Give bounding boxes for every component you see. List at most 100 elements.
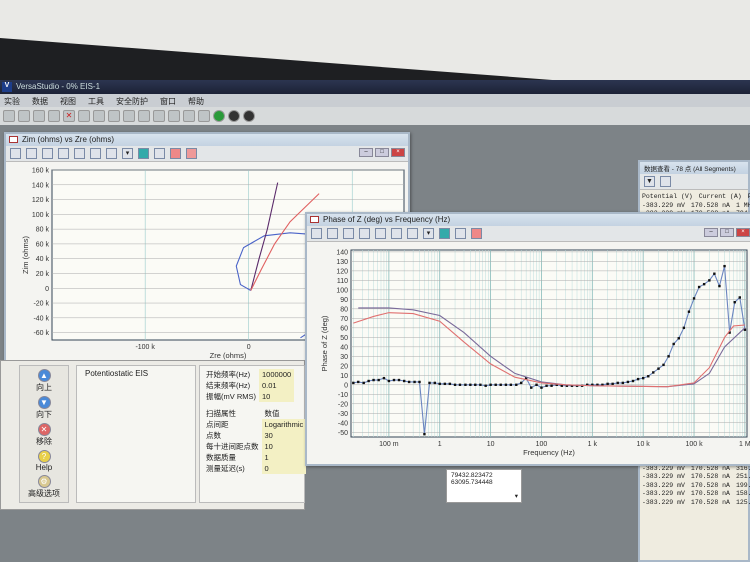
menu-item[interactable]: 安全防护 <box>116 96 148 106</box>
menu-item[interactable]: 工具 <box>88 96 104 106</box>
menu-item[interactable]: 帮助 <box>188 96 204 106</box>
fit-tool-icon[interactable] <box>26 148 37 159</box>
panel-icon[interactable] <box>153 110 165 122</box>
fit-y-icon[interactable] <box>359 228 370 239</box>
dropdown-icon[interactable]: ▾ <box>423 228 434 239</box>
property-value[interactable]: 1 <box>261 452 307 463</box>
data-point <box>692 297 696 300</box>
table-row[interactable]: -383.229 mV 170.528 nA 125.8 <box>642 499 750 508</box>
minimize-button[interactable]: – <box>704 228 718 237</box>
zoom-out-icon[interactable] <box>90 148 101 159</box>
zoom-tool-icon[interactable] <box>311 228 322 239</box>
list-item[interactable]: 79432.823472 <box>451 472 517 479</box>
phase-title-bar[interactable]: Phase of Z (deg) vs Frequency (Hz) <box>307 214 750 226</box>
y-tick-label: -30 <box>338 411 348 418</box>
list-item[interactable]: 63095.734448 <box>451 479 517 486</box>
close-button[interactable]: × <box>736 228 750 237</box>
dropdown-icon[interactable]: ▾ <box>122 148 133 159</box>
table-row[interactable]: -383.229 mV 170.528 nA 199.5 <box>642 482 750 491</box>
peak2-icon[interactable] <box>186 148 197 159</box>
menu-item[interactable]: 数据 <box>32 96 48 106</box>
property-value[interactable]: 10 <box>259 391 295 402</box>
table-icon[interactable] <box>198 110 210 122</box>
graph2-icon[interactable] <box>108 110 120 122</box>
down-arrow-icon: ▼ <box>37 396 51 409</box>
filter-icon[interactable]: ▼ <box>644 176 655 187</box>
forward-icon[interactable] <box>168 110 180 122</box>
property-value[interactable]: 10 <box>261 441 307 452</box>
new-icon[interactable] <box>3 110 15 122</box>
menu-item[interactable]: 窗口 <box>160 96 176 106</box>
menu-item[interactable]: 视图 <box>60 96 76 106</box>
stop-icon[interactable] <box>228 110 240 122</box>
cursor-icon[interactable] <box>407 228 418 239</box>
property-value[interactable]: Logarithmic <box>261 419 307 430</box>
data-point <box>387 379 391 383</box>
peak-icon[interactable] <box>471 228 482 239</box>
tree-item-potentiostatic-eis[interactable]: Potentiostatic EIS <box>85 369 148 378</box>
panel-button-up-arrow[interactable]: ▲ 向上 <box>20 369 68 393</box>
x-tick-label: 1 k <box>588 441 598 448</box>
data-point <box>606 382 609 386</box>
table-row[interactable]: -383.229 mV 170.528 nA 251.1 <box>642 473 750 482</box>
fit-tool-icon[interactable] <box>327 228 338 239</box>
menu-item[interactable]: 实验 <box>4 96 20 106</box>
zoom-tool-icon[interactable] <box>10 148 21 159</box>
zoom-in-icon[interactable] <box>375 228 386 239</box>
pause-icon[interactable] <box>243 110 255 122</box>
y-tick-label: -40 <box>338 420 348 427</box>
save-icon[interactable] <box>33 110 45 122</box>
column-header[interactable]: Potential (V) <box>642 193 693 202</box>
data-point <box>636 377 640 381</box>
property-value[interactable]: 1000000 <box>259 369 295 380</box>
property-row: 点间距 Logarithmic <box>203 419 307 430</box>
panel-button-advanced[interactable]: ⚙ 高级选项 <box>20 475 68 499</box>
graph3-icon[interactable] <box>123 110 135 122</box>
property-value[interactable]: 0 <box>261 463 307 474</box>
peak-icon[interactable] <box>170 148 181 159</box>
data-point <box>509 383 513 386</box>
color-icon[interactable] <box>138 148 149 159</box>
minimize-button[interactable]: – <box>359 148 373 157</box>
property-value[interactable]: 0.01 <box>259 380 295 391</box>
forward2-icon[interactable] <box>183 110 195 122</box>
print-icon[interactable] <box>48 110 60 122</box>
property-row: 振幅(mV RMS) 10 <box>203 391 295 402</box>
data-point <box>443 382 447 386</box>
fit-line-icon[interactable] <box>154 148 165 159</box>
scroll-down-icon[interactable]: ▾ <box>515 492 518 500</box>
fit-x-icon[interactable] <box>343 228 354 239</box>
fit-line-icon[interactable] <box>455 228 466 239</box>
panel-button-help[interactable]: ? Help <box>20 450 68 472</box>
data-point <box>469 383 472 386</box>
folder-icon[interactable] <box>78 110 90 122</box>
open-icon[interactable] <box>18 110 30 122</box>
y-tick-label: -50 <box>338 430 348 437</box>
fit-y-icon[interactable] <box>58 148 69 159</box>
data-point <box>697 285 701 289</box>
datalist-title-bar[interactable]: 数据查看 - 78 点 (All Segments) <box>640 162 748 174</box>
zoom-out-icon[interactable] <box>391 228 402 239</box>
panel-button-remove[interactable]: ✕ 移除 <box>20 423 68 447</box>
property-value[interactable]: 30 <box>261 430 307 441</box>
column-header[interactable]: Current (A) <box>699 193 742 202</box>
color-icon[interactable] <box>439 228 450 239</box>
fit-x-icon[interactable] <box>42 148 53 159</box>
nyquist-title-bar[interactable]: Zim (ohms) vs Zre (ohms) <box>6 134 408 146</box>
cursor-icon[interactable] <box>106 148 117 159</box>
export-icon[interactable] <box>660 176 671 187</box>
zoom-in-icon[interactable] <box>74 148 85 159</box>
maximize-button[interactable]: □ <box>720 228 734 237</box>
run-icon[interactable] <box>213 110 225 122</box>
table-row[interactable]: -383.229 mV 170.528 nA 1 MHz <box>642 202 750 211</box>
frequency-list[interactable]: 79432.823472 63095.734448 ▾ <box>446 469 522 503</box>
panel-button-down-arrow[interactable]: ▼ 向下 <box>20 396 68 420</box>
close-button[interactable]: × <box>391 148 405 157</box>
table-row[interactable]: -383.229 mV 170.528 nA 158.4 <box>642 490 750 499</box>
scatter-icon[interactable] <box>138 110 150 122</box>
maximize-button[interactable]: □ <box>375 148 389 157</box>
graph1-icon[interactable] <box>93 110 105 122</box>
datalist-toolbar: ▼ <box>640 174 748 190</box>
delete-icon[interactable]: ✕ <box>63 110 75 122</box>
x-axis-label: Zre (ohms) <box>210 351 247 360</box>
